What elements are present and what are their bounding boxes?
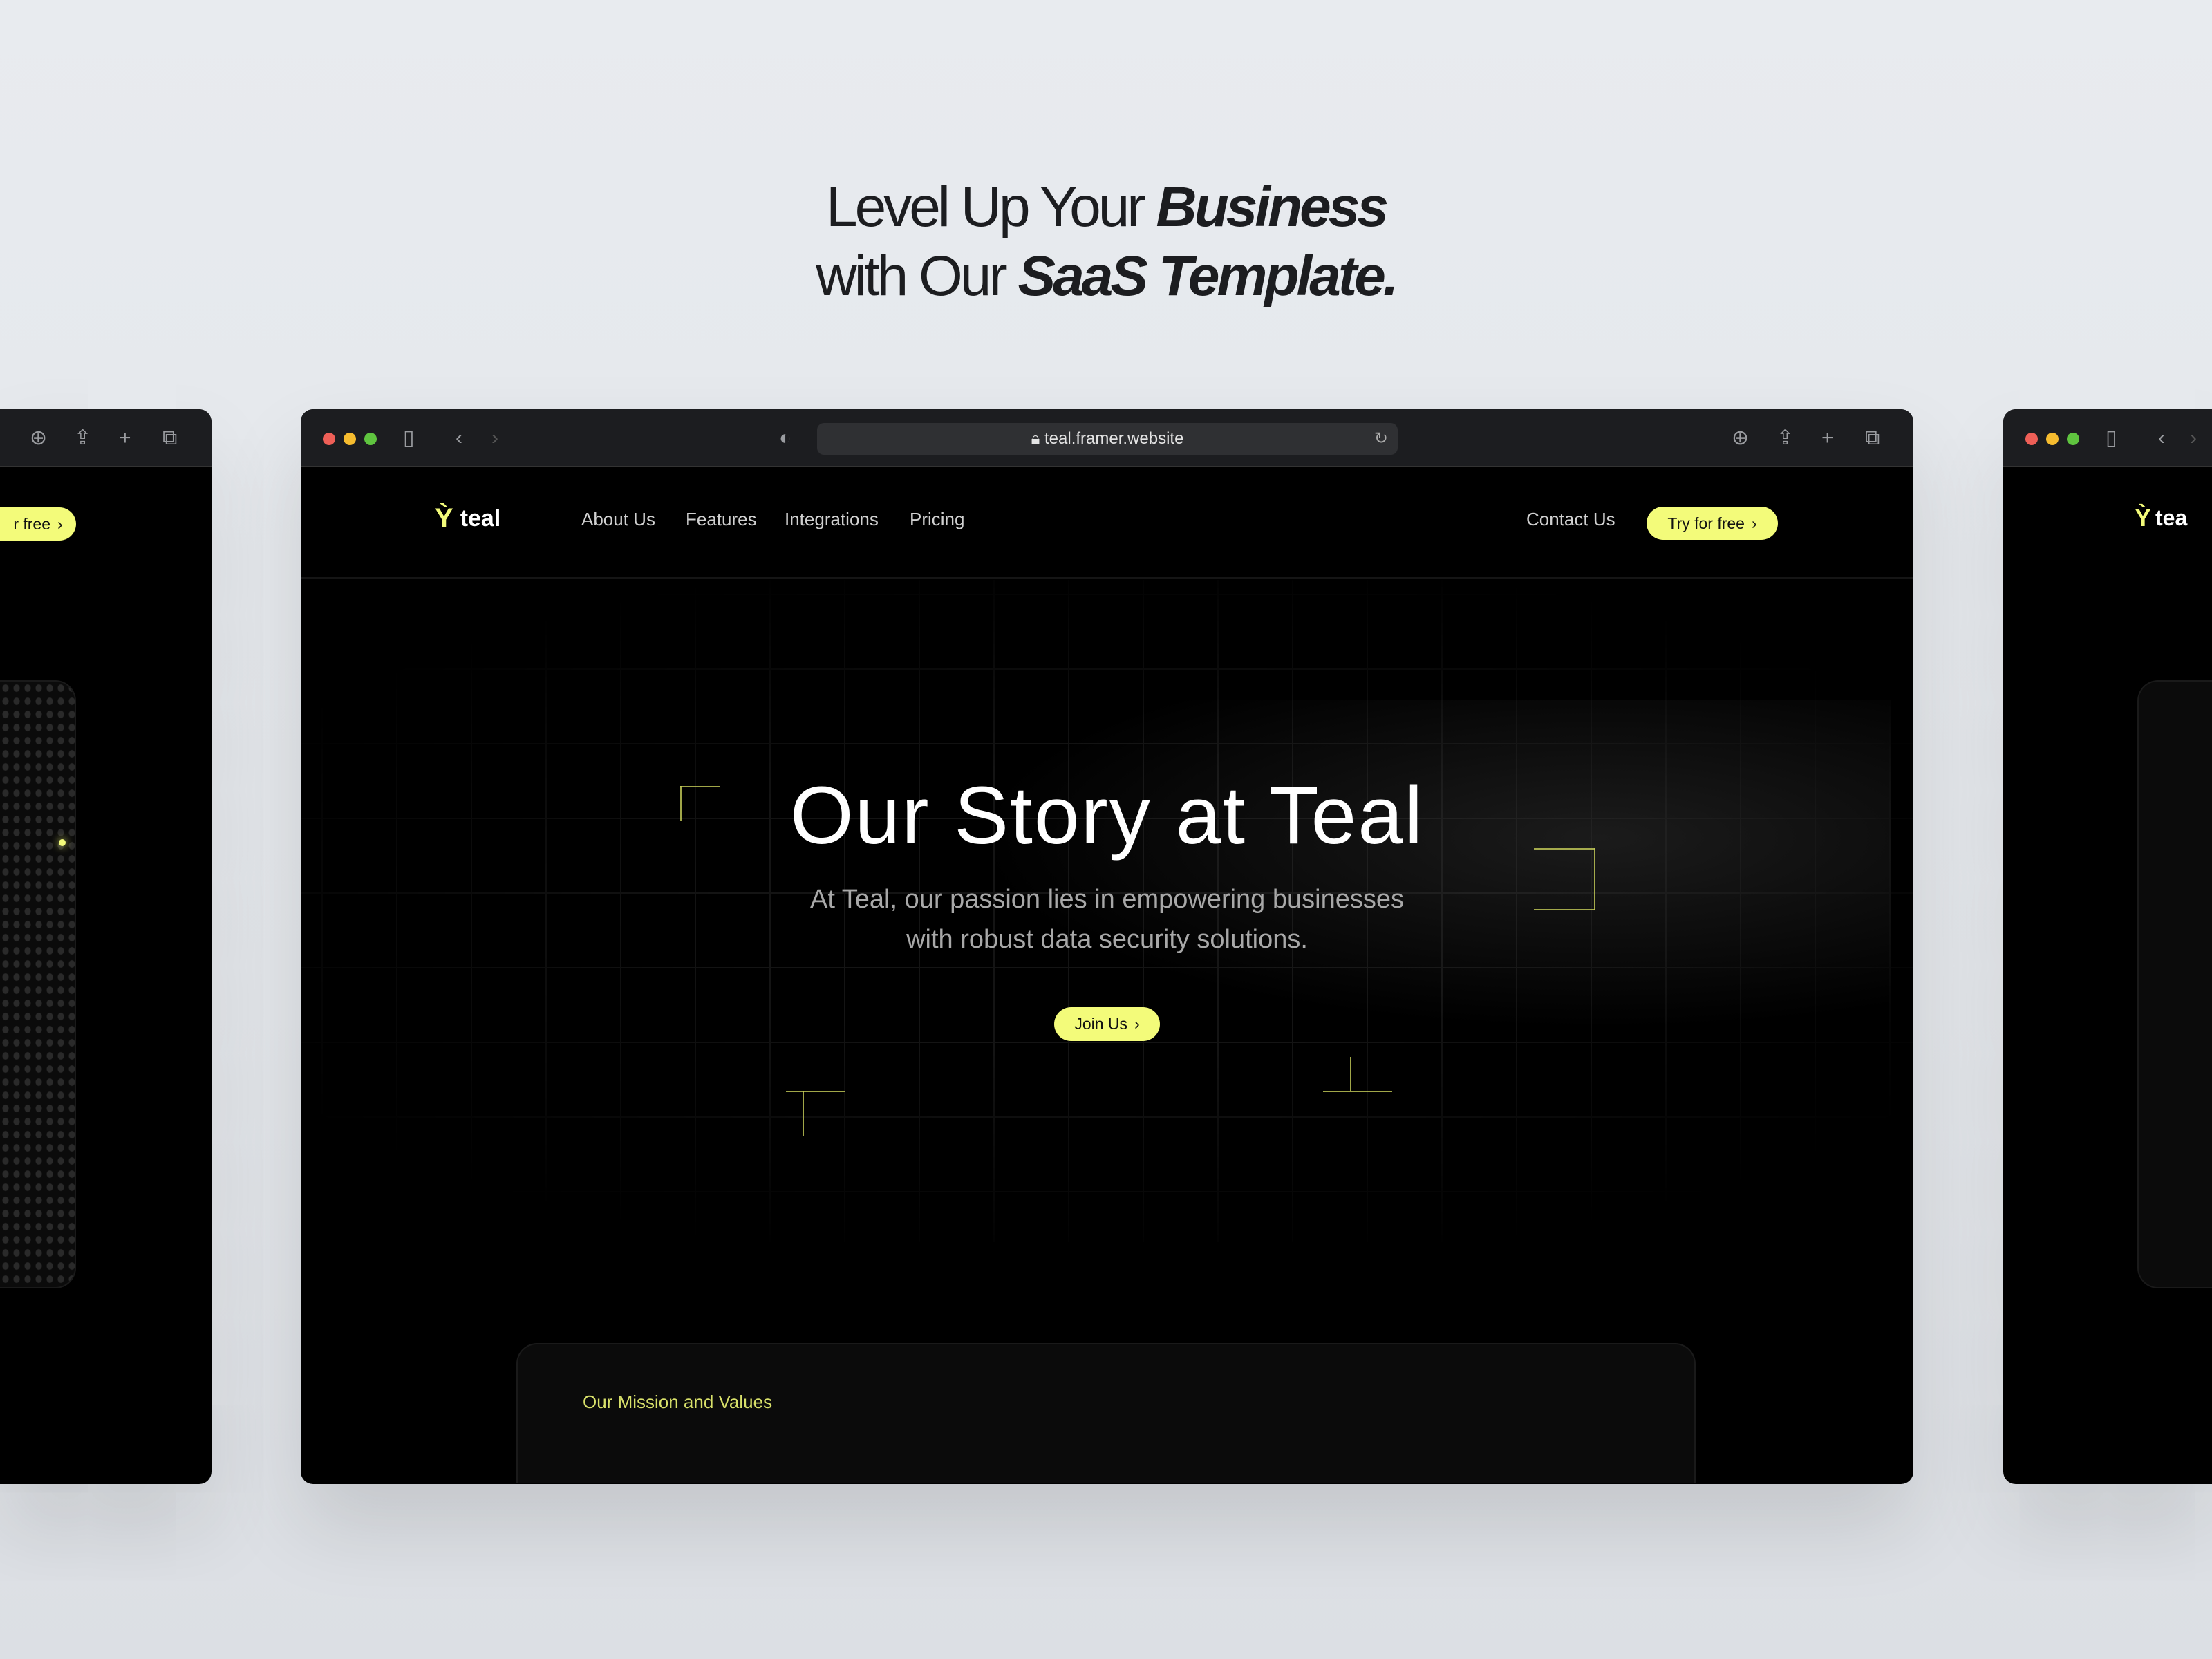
browser-toolbar: ▯ ‹ › ◐ 🔒︎ teal.framer.website ↻ ⊕ ⇪ + ⧉	[301, 409, 1913, 467]
download-icon[interactable]: ⊕	[1732, 427, 1749, 449]
nav-pricing[interactable]: Pricing	[910, 509, 964, 530]
left-browser-window: ⊕ ⇪ + ⧉ r free ›	[0, 409, 212, 1484]
headline: Level Up Your Business with Our SaaS Tem…	[0, 173, 2212, 311]
right-browser-window: ▯ ‹ › Ỳtea	[2003, 409, 2212, 1484]
browser-toolbar: ▯ ‹ ›	[2003, 409, 2212, 467]
browser-toolbar: ⊕ ⇪ + ⧉	[0, 409, 212, 467]
map-card	[0, 680, 76, 1288]
chevron-right-icon: ›	[1751, 514, 1757, 532]
reload-icon[interactable]: ↻	[1374, 423, 1388, 455]
subtitle-line: At Teal, our passion lies in empowering …	[810, 885, 1404, 914]
nav-integrations[interactable]: Integrations	[785, 509, 879, 530]
forward-icon[interactable]: ›	[2190, 427, 2197, 449]
minimize-window-button[interactable]	[2046, 433, 2059, 445]
teal-logo-icon: Ỳ	[435, 503, 453, 534]
tabs-icon[interactable]: ⧉	[1865, 427, 1880, 449]
button-label: r free	[13, 514, 50, 533]
subtitle-line: with robust data security solutions.	[906, 925, 1308, 954]
minimize-window-button[interactable]	[344, 433, 356, 445]
url-text: teal.framer.website	[1044, 429, 1184, 448]
share-icon[interactable]: ⇪	[1777, 427, 1794, 449]
hero-title: Our Story at Teal	[789, 770, 1425, 861]
side-card	[2137, 680, 2212, 1288]
nav-features[interactable]: Features	[686, 509, 757, 530]
decor-inverted-t	[1323, 1091, 1392, 1092]
section-label: Our Mission and Values	[583, 1391, 773, 1412]
logo[interactable]: Ỳtea	[2135, 503, 2187, 532]
button-label: Try for free	[1667, 514, 1745, 532]
map-highlight-dot	[59, 839, 66, 846]
maximize-window-button[interactable]	[364, 433, 377, 445]
back-icon[interactable]: ‹	[2158, 427, 2165, 449]
headline-text: with Our	[816, 245, 1018, 308]
back-icon[interactable]: ‹	[456, 427, 462, 449]
decor-t	[803, 1091, 804, 1136]
hero-subtitle: At Teal, our passion lies in empowering …	[301, 879, 1913, 959]
sidebar-icon[interactable]: ▯	[403, 427, 415, 449]
site-navbar: Ỳteal About Us Features Integrations Pri…	[301, 467, 1913, 579]
new-tab-icon[interactable]: +	[1821, 427, 1834, 449]
share-icon[interactable]: ⇪	[74, 427, 91, 449]
mission-card: Our Mission and Values	[516, 1343, 1696, 1483]
try-free-button[interactable]: r free ›	[0, 507, 76, 541]
decor-inverted-t	[1350, 1057, 1351, 1091]
sidebar-icon[interactable]: ▯	[2106, 427, 2117, 449]
join-us-button[interactable]: Join Us ›	[1054, 1007, 1160, 1041]
chevron-right-icon: ›	[1134, 1015, 1140, 1033]
nav-about-us[interactable]: About Us	[581, 509, 655, 530]
forward-icon[interactable]: ›	[491, 427, 498, 449]
headline-text: Level Up Your	[825, 176, 1156, 238]
close-window-button[interactable]	[323, 433, 335, 445]
lock-icon: 🔒︎	[1031, 429, 1044, 448]
headline-emphasis: SaaS Template.	[1018, 245, 1398, 308]
close-window-button[interactable]	[2025, 433, 2038, 445]
address-bar[interactable]: 🔒︎ teal.framer.website ↻	[817, 423, 1398, 455]
shield-icon[interactable]: ◐	[779, 427, 791, 449]
headline-emphasis: Business	[1156, 176, 1389, 238]
brand-name: teal	[460, 505, 501, 532]
logo[interactable]: Ỳteal	[435, 503, 500, 534]
chevron-right-icon: ›	[57, 514, 63, 533]
new-tab-icon[interactable]: +	[119, 427, 131, 449]
brand-name: tea	[2155, 505, 2188, 530]
main-browser-window: ▯ ‹ › ◐ 🔒︎ teal.framer.website ↻ ⊕ ⇪ + ⧉ …	[301, 409, 1913, 1484]
nav-contact-us[interactable]: Contact Us	[1526, 509, 1615, 530]
button-label: Join Us	[1074, 1015, 1128, 1033]
tabs-icon[interactable]: ⧉	[162, 427, 177, 449]
hero-glow	[923, 700, 1891, 1045]
maximize-window-button[interactable]	[2067, 433, 2079, 445]
decor-t	[786, 1091, 845, 1092]
try-free-button[interactable]: Try for free ›	[1647, 507, 1778, 540]
teal-logo-icon: Ỳ	[2135, 503, 2152, 532]
download-icon[interactable]: ⊕	[30, 427, 47, 449]
